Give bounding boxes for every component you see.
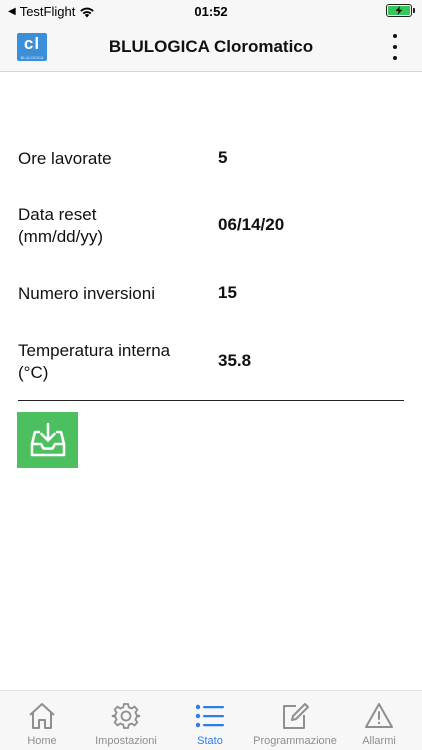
row-value: 06/14/20 xyxy=(218,215,285,234)
download-button[interactable] xyxy=(17,412,78,468)
overflow-menu-button[interactable] xyxy=(388,34,402,60)
battery-icon xyxy=(386,4,415,17)
edit-icon xyxy=(283,703,309,729)
tab-label: Home xyxy=(27,735,57,747)
menu-dot-icon xyxy=(393,56,397,60)
row-label: Numero inversioni xyxy=(18,284,155,303)
download-tray-icon xyxy=(30,422,65,457)
row-value: 15 xyxy=(218,283,237,302)
tab-settings[interactable]: Impostazioni xyxy=(84,701,168,747)
tab-status[interactable]: Stato xyxy=(168,701,252,747)
divider xyxy=(18,400,404,401)
app-header: cl BLULOGICA BLULOGICA Cloromatico xyxy=(0,22,422,72)
status-row-hours: Ore lavorate 5 xyxy=(18,148,408,170)
gear-icon xyxy=(111,703,141,729)
page-title: BLULOGICA Cloromatico xyxy=(108,37,314,56)
menu-dot-icon xyxy=(393,45,397,49)
tab-label: Programmazione xyxy=(253,735,337,747)
status-row-temperature: Temperatura interna (°C) 35.8 xyxy=(18,340,408,384)
list-icon xyxy=(195,704,224,728)
bottom-tab-bar: Home Impostazioni Stato Programmazione A… xyxy=(0,690,422,750)
warning-icon xyxy=(365,703,393,728)
row-label: Ore lavorate xyxy=(18,149,112,168)
row-value: 5 xyxy=(218,148,228,167)
tab-programming[interactable]: Programmazione xyxy=(253,701,337,747)
tab-alarms[interactable]: Allarmi xyxy=(337,701,421,747)
status-row-inversions: Numero inversioni 15 xyxy=(18,283,408,305)
row-label: Data reset (mm/dd/yy) xyxy=(18,205,103,246)
tab-label: Impostazioni xyxy=(95,735,157,747)
battery-indicator xyxy=(386,4,415,17)
status-time: 01:52 xyxy=(194,4,228,19)
row-value: 35.8 xyxy=(218,351,252,370)
tab-label: Allarmi xyxy=(362,735,396,747)
status-bar: ◀ TestFlight 01:52 xyxy=(0,0,422,22)
row-label: Temperatura interna (°C) xyxy=(18,341,171,382)
tab-label: Stato xyxy=(197,735,223,747)
menu-dot-icon xyxy=(393,34,397,38)
charging-bolt-icon xyxy=(395,6,403,15)
tab-home[interactable]: Home xyxy=(0,701,84,747)
status-row-reset-date: Data reset (mm/dd/yy) 06/14/20 xyxy=(18,204,408,248)
home-icon xyxy=(29,703,55,729)
